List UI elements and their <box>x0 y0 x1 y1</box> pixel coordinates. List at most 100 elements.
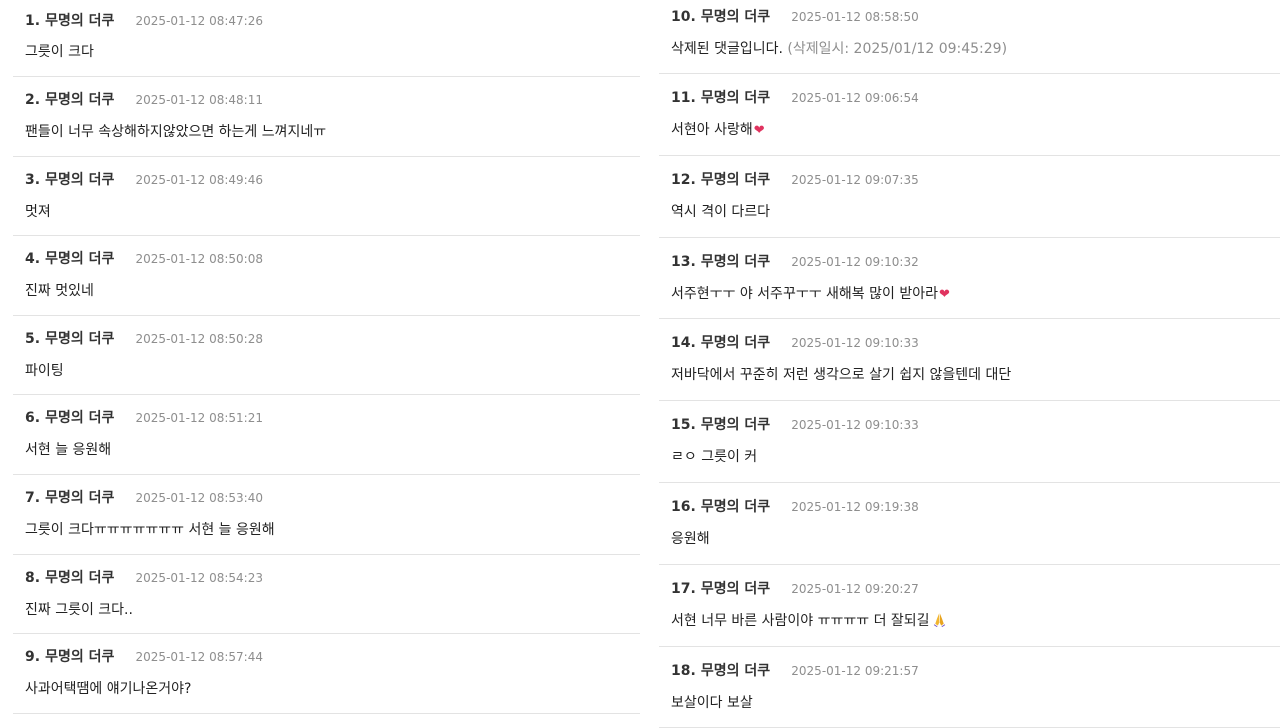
comment-text: 응원해 <box>671 529 1280 549</box>
comment-meta: 18. 무명의 더쿠 2025-01-12 09:21:57 <box>671 660 1280 680</box>
comment-text: 삭제된 댓글입니다. (삭제일시: 2025/01/12 09:45:29) <box>671 39 1280 59</box>
comment-author[interactable]: 무명의 더쿠 <box>45 172 114 188</box>
comment-number: 11. <box>671 90 696 106</box>
comment-date: 2025-01-12 09:07:35 <box>791 172 919 187</box>
comment-text: 그릇이 크다ㅠㅠㅠㅠㅠㅠㅠ 서현 늘 응원해 <box>25 520 640 540</box>
comment-item: 12. 무명의 더쿠 2025-01-12 09:07:35 역시 격이 다르다 <box>659 156 1280 238</box>
comment-author[interactable]: 무명의 더쿠 <box>701 9 770 25</box>
comment-item: 9. 무명의 더쿠 2025-01-12 08:57:44 사과어택땜에 얘기나… <box>13 634 640 714</box>
comment-author[interactable]: 무명의 더쿠 <box>701 499 770 515</box>
praying-hands-icon <box>933 613 945 627</box>
comment-number: 9. <box>25 649 41 666</box>
comment-item: 1. 무명의 더쿠 2025-01-12 08:47:26 그릇이 크다 <box>13 0 640 77</box>
comment-text: 사과어택땜에 얘기나온거야? <box>25 679 640 699</box>
comment-number: 4. <box>25 251 41 268</box>
comment-text-content: 서주현ㅜㅜ 야 서주꾸ㅜㅜ 새해복 많이 받아라 <box>671 285 938 302</box>
comment-text-content: 저바닥에서 꾸준히 저런 생각으로 살기 쉽지 않을텐데 대단 <box>671 367 1012 384</box>
comment-text: 저바닥에서 꾸준히 저런 생각으로 살기 쉽지 않을텐데 대단 <box>671 365 1280 385</box>
comment-text-content: 서현 너무 바른 사람이야 ㅠㅠㅠㅠ 더 잘되길 <box>671 612 930 629</box>
comment-author[interactable]: 무명의 더쿠 <box>45 570 114 586</box>
comment-number: 6. <box>25 410 41 427</box>
comment-author[interactable]: 무명의 더쿠 <box>45 649 114 665</box>
comment-text: 서현 너무 바른 사람이야 ㅠㅠㅠㅠ 더 잘되길 <box>671 611 1280 631</box>
comment-number: 1. <box>25 13 41 29</box>
comment-author[interactable]: 무명의 더쿠 <box>701 335 770 351</box>
comment-author[interactable]: 무명의 더쿠 <box>701 417 770 433</box>
comment-text-content: 역시 격이 다르다 <box>671 203 771 220</box>
comment-item: 17. 무명의 더쿠 2025-01-12 09:20:27 서현 너무 바른 … <box>659 565 1280 647</box>
comment-date: 2025-01-12 08:57:44 <box>135 650 263 665</box>
comment-item: 14. 무명의 더쿠 2025-01-12 09:10:33 저바닥에서 꾸준히… <box>659 319 1280 402</box>
comment-meta: 12. 무명의 더쿠 2025-01-12 09:07:35 <box>671 169 1280 189</box>
comment-number: 12. <box>671 171 696 188</box>
comment-author[interactable]: 무명의 더쿠 <box>701 172 770 188</box>
comment-text: 서현 늘 응원해 <box>25 440 640 460</box>
comment-text-content: 서현 늘 응원해 <box>25 442 112 459</box>
comment-author[interactable]: 무명의 더쿠 <box>45 410 114 426</box>
comment-item: 3. 무명의 더쿠 2025-01-12 08:49:46 멋져 <box>13 157 640 237</box>
comment-meta: 17. 무명의 더쿠 2025-01-12 09:20:27 <box>671 578 1280 598</box>
comment-number: 8. <box>25 569 41 586</box>
comment-text-content: 그릇이 크다 <box>25 44 94 60</box>
comment-date: 2025-01-12 09:06:54 <box>791 91 919 105</box>
comment-text-content: 파이팅 <box>25 362 64 379</box>
comment-meta: 7. 무명의 더쿠 2025-01-12 08:53:40 <box>25 487 640 507</box>
comment-number: 7. <box>25 489 41 506</box>
comment-date: 2025-01-12 08:51:21 <box>135 411 263 426</box>
comment-author[interactable]: 무명의 더쿠 <box>45 331 114 347</box>
comment-date: 2025-01-12 09:20:27 <box>791 581 919 596</box>
comment-number: 15. <box>671 417 696 434</box>
comment-item: 2. 무명의 더쿠 2025-01-12 08:48:11 팬들이 너무 속상해… <box>13 77 640 157</box>
comment-text: 진짜 멋있네 <box>25 281 640 301</box>
comment-author[interactable]: 무명의 더쿠 <box>45 490 114 506</box>
comment-list-right: 10. 무명의 더쿠 2025-01-12 08:58:50 삭제된 댓글입니다… <box>659 0 1280 728</box>
comment-meta: 11. 무명의 더쿠 2025-01-12 09:06:54 <box>671 87 1280 107</box>
comment-text: 멋져 <box>25 202 640 222</box>
comment-number: 17. <box>671 580 696 597</box>
comment-date: 2025-01-12 08:50:08 <box>135 252 263 267</box>
comment-author[interactable]: 무명의 더쿠 <box>701 581 770 597</box>
comment-meta: 3. 무명의 더쿠 2025-01-12 08:49:46 <box>25 169 640 189</box>
comment-number: 5. <box>25 330 41 347</box>
comment-number: 10. <box>671 9 696 25</box>
comment-item: 4. 무명의 더쿠 2025-01-12 08:50:08 진짜 멋있네 <box>13 236 640 316</box>
comment-author[interactable]: 무명의 더쿠 <box>701 663 770 679</box>
comment-author[interactable]: 무명의 더쿠 <box>45 92 114 108</box>
comment-meta: 9. 무명의 더쿠 2025-01-12 08:57:44 <box>25 646 640 666</box>
comment-text: 서주현ㅜㅜ 야 서주꾸ㅜㅜ 새해복 많이 받아라❤ <box>671 284 1280 305</box>
comment-author[interactable]: 무명의 더쿠 <box>701 254 770 270</box>
deleted-timestamp: (삭제일시: 2025/01/12 09:45:29) <box>787 41 1008 57</box>
comment-text-content: 진짜 멋있네 <box>25 283 94 300</box>
comment-author[interactable]: 무명의 더쿠 <box>45 13 114 29</box>
comment-item: 11. 무명의 더쿠 2025-01-12 09:06:54 서현아 사랑해❤ <box>659 74 1280 156</box>
comment-number: 16. <box>671 498 696 515</box>
heart-icon: ❤ <box>753 123 765 138</box>
heart-icon: ❤ <box>938 286 950 302</box>
comment-item: 7. 무명의 더쿠 2025-01-12 08:53:40 그릇이 크다ㅠㅠㅠㅠ… <box>13 475 640 555</box>
comment-text: 보살이다 보살 <box>671 693 1280 713</box>
comment-meta: 1. 무명의 더쿠 2025-01-12 08:47:26 <box>25 10 640 30</box>
comment-meta: 14. 무명의 더쿠 2025-01-12 09:10:33 <box>671 332 1280 352</box>
comment-item: 8. 무명의 더쿠 2025-01-12 08:54:23 진짜 그릇이 크다.… <box>13 555 640 635</box>
comment-item: 5. 무명의 더쿠 2025-01-12 08:50:28 파이팅 <box>13 316 640 396</box>
comment-meta: 16. 무명의 더쿠 2025-01-12 09:19:38 <box>671 496 1280 516</box>
comment-text-content: 삭제된 댓글입니다. <box>671 41 783 57</box>
comment-text: 역시 격이 다르다 <box>671 202 1280 222</box>
comment-date: 2025-01-12 08:50:28 <box>135 331 263 346</box>
comment-author[interactable]: 무명의 더쿠 <box>701 90 770 106</box>
comment-date: 2025-01-12 08:53:40 <box>135 490 263 505</box>
comment-date: 2025-01-12 09:10:33 <box>791 418 919 433</box>
comment-text: 팬들이 너무 속상해하지않았으면 하는게 느껴지네ㅠ <box>25 122 640 142</box>
comment-meta: 4. 무명의 더쿠 2025-01-12 08:50:08 <box>25 248 640 268</box>
comment-meta: 8. 무명의 더쿠 2025-01-12 08:54:23 <box>25 567 640 587</box>
comment-meta: 5. 무명의 더쿠 2025-01-12 08:50:28 <box>25 328 640 348</box>
comment-meta: 10. 무명의 더쿠 2025-01-12 08:58:50 <box>671 6 1280 26</box>
comment-item: 18. 무명의 더쿠 2025-01-12 09:21:57 보살이다 보살 <box>659 647 1280 728</box>
comment-meta: 15. 무명의 더쿠 2025-01-12 09:10:33 <box>671 414 1280 434</box>
comment-date: 2025-01-12 09:10:32 <box>791 254 919 269</box>
comment-author[interactable]: 무명의 더쿠 <box>45 251 114 267</box>
comment-text: ㄹㅇ 그릇이 커 <box>671 447 1280 467</box>
comment-number: 14. <box>671 335 696 352</box>
comment-date: 2025-01-12 08:54:23 <box>135 570 263 585</box>
comment-number: 2. <box>25 92 41 108</box>
